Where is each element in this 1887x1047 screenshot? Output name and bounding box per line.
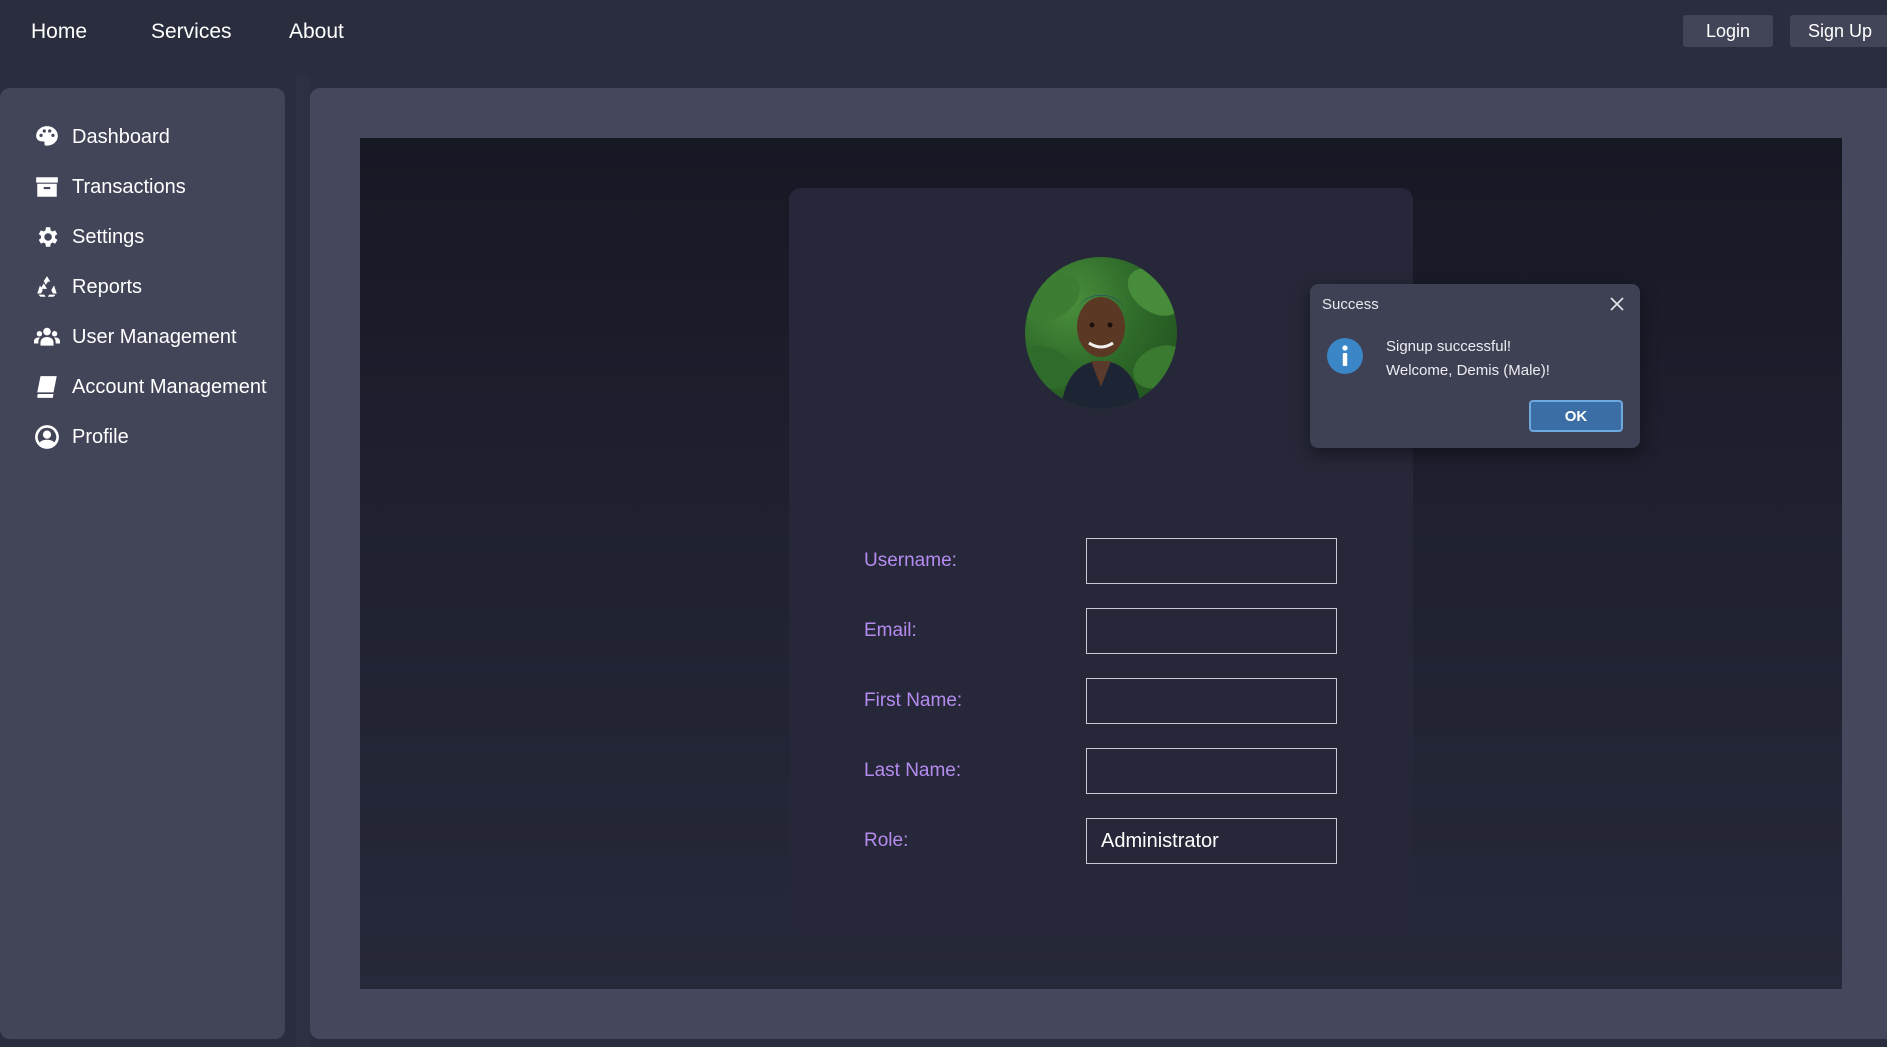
gear-icon xyxy=(34,224,60,250)
close-icon[interactable] xyxy=(1608,295,1626,313)
book-icon xyxy=(34,374,60,400)
login-button[interactable]: Login xyxy=(1683,15,1773,47)
role-row: Role: xyxy=(864,818,1339,864)
sidebar-item-reports[interactable]: Reports xyxy=(0,262,285,312)
email-row: Email: xyxy=(864,608,1339,654)
nav-home-link[interactable]: Home xyxy=(31,20,87,44)
first-name-row: First Name: xyxy=(864,678,1339,724)
last-name-input[interactable] xyxy=(1086,748,1337,794)
top-navbar: Home Services About Login Sign Up xyxy=(0,0,1887,72)
sidebar-item-label: Account Management xyxy=(72,375,267,398)
sidebar-item-label: Reports xyxy=(72,275,143,298)
last-name-row: Last Name: xyxy=(864,748,1339,794)
sidebar-item-dashboard[interactable]: Dashboard xyxy=(0,112,285,162)
sidebar-item-label: Settings xyxy=(72,225,145,248)
username-row: Username: xyxy=(864,538,1339,584)
avatar xyxy=(1025,257,1177,409)
sidebar-item-profile[interactable]: Profile xyxy=(0,412,285,462)
role-input[interactable] xyxy=(1086,818,1337,864)
content-area: Username: Email: First Name: Last Name: … xyxy=(360,138,1842,989)
sidebar-item-user-management[interactable]: User Management xyxy=(0,312,285,362)
email-input[interactable] xyxy=(1086,608,1337,654)
nav-services-link[interactable]: Services xyxy=(151,20,232,44)
role-label: Role: xyxy=(864,830,909,851)
signup-button[interactable]: Sign Up xyxy=(1790,15,1887,47)
username-label: Username: xyxy=(864,550,957,571)
dialog-message-line2: Welcome, Demis (Male)! xyxy=(1386,362,1550,379)
archive-icon xyxy=(34,174,60,200)
dialog-message-line1: Signup successful! xyxy=(1386,338,1512,355)
panel-divider xyxy=(296,75,310,1047)
info-icon xyxy=(1327,338,1363,374)
email-label: Email: xyxy=(864,620,917,641)
sidebar-item-label: Profile xyxy=(72,425,129,448)
sidebar-item-settings[interactable]: Settings xyxy=(0,212,285,262)
sidebar-item-label: User Management xyxy=(72,325,237,348)
username-input[interactable] xyxy=(1086,538,1337,584)
users-icon xyxy=(34,324,60,350)
first-name-input[interactable] xyxy=(1086,678,1337,724)
ok-button[interactable]: OK xyxy=(1529,400,1623,432)
dialog-title: Success xyxy=(1322,296,1379,313)
success-dialog: Success Signup successful! Welcome, Demi… xyxy=(1310,284,1640,448)
last-name-label: Last Name: xyxy=(864,760,962,781)
sidebar: Dashboard Transactions Settings Reports … xyxy=(0,88,285,1039)
main-panel: Username: Email: First Name: Last Name: … xyxy=(310,88,1887,1039)
sidebar-item-transactions[interactable]: Transactions xyxy=(0,162,285,212)
sidebar-item-account-management[interactable]: Account Management xyxy=(0,362,285,412)
sidebar-item-label: Dashboard xyxy=(72,125,170,148)
sidebar-item-label: Transactions xyxy=(72,175,186,198)
user-circle-icon xyxy=(34,424,60,450)
nav-about-link[interactable]: About xyxy=(289,20,344,44)
palette-icon xyxy=(34,124,60,150)
recycle-icon xyxy=(34,274,60,300)
first-name-label: First Name: xyxy=(864,690,963,711)
